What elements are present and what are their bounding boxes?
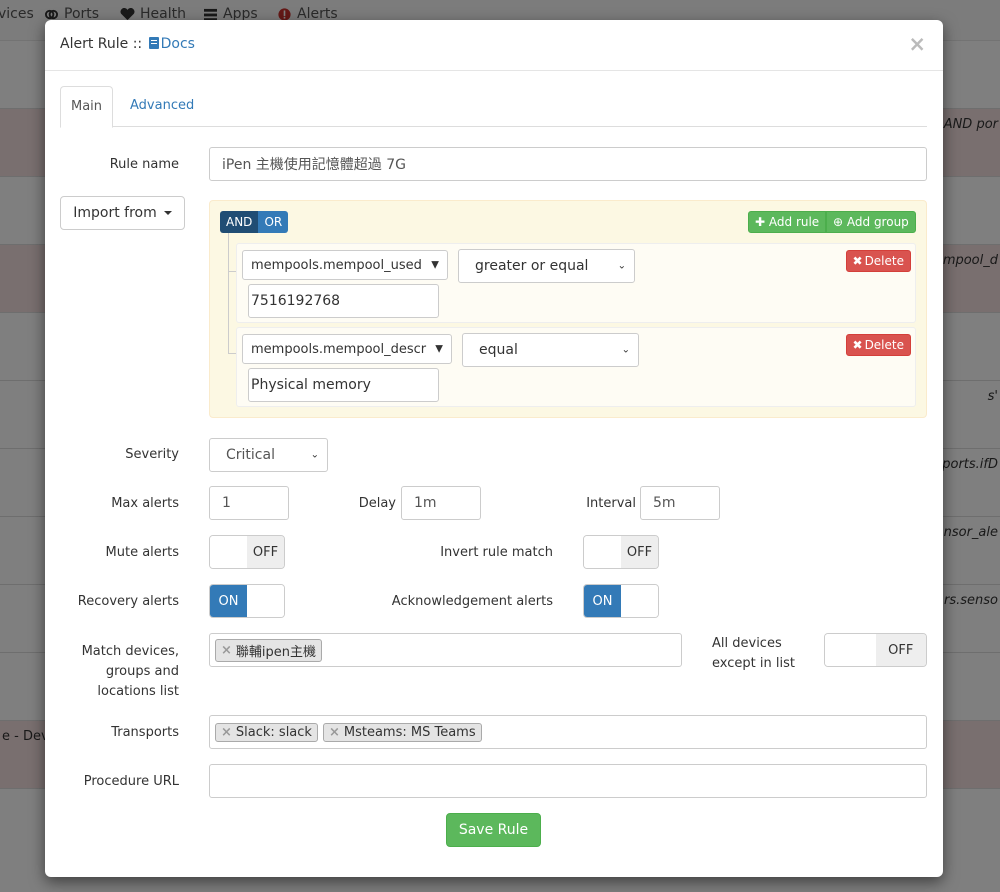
procedure-url-input[interactable]: [209, 764, 927, 798]
times-icon: ✖: [852, 338, 863, 352]
rule-name-input[interactable]: iPen 主機使用記憶體超過 7G: [209, 147, 927, 181]
remove-tag-icon[interactable]: ×: [221, 725, 232, 740]
rule-field-select[interactable]: mempools.mempool_used ▼: [242, 250, 448, 280]
mute-alerts-toggle[interactable]: OFF: [209, 535, 285, 569]
recovery-alerts-label: Recovery alerts: [77, 594, 179, 609]
and-or-toggle: AND OR: [220, 211, 289, 233]
transports-select[interactable]: × Slack: slack × Msteams: MS Teams: [209, 715, 927, 749]
severity-label: Severity: [125, 447, 179, 462]
plus-icon: ✚: [755, 215, 766, 229]
rule-field-select[interactable]: mempools.mempool_descr ▼: [242, 334, 452, 364]
delay-input[interactable]: 1m: [401, 486, 481, 520]
tree-connector: [228, 233, 229, 353]
all-devices-toggle[interactable]: OFF: [824, 633, 927, 667]
delete-rule-button[interactable]: ✖ Delete: [845, 334, 911, 356]
add-group-button[interactable]: ⊕ Add group: [826, 211, 916, 233]
query-builder: AND OR ✚ Add rule ⊕ Add group mempools.m…: [209, 200, 927, 418]
alert-rule-modal: Alert Rule :: Docs × Main Advanced Rule …: [45, 20, 943, 877]
rule-value-input[interactable]: 7516192768: [248, 284, 439, 318]
transport-tag: × Msteams: MS Teams: [322, 722, 482, 742]
device-tag: × 聯輔ipen主機: [215, 638, 323, 662]
invert-rule-toggle[interactable]: OFF: [583, 535, 659, 569]
recovery-alerts-toggle[interactable]: ON: [209, 584, 285, 618]
add-rule-button[interactable]: ✚ Add rule: [748, 211, 827, 233]
plus-circle-icon: ⊕: [833, 215, 844, 229]
all-devices-label: All devices except in list: [712, 636, 795, 671]
import-from-button[interactable]: Import from: [60, 196, 185, 230]
save-rule-button[interactable]: Save Rule: [446, 813, 541, 847]
remove-tag-icon[interactable]: ×: [329, 725, 340, 740]
docs-link[interactable]: Docs: [161, 36, 195, 52]
chevron-down-icon: ⌄: [617, 260, 626, 272]
max-alerts-input[interactable]: 1: [209, 486, 289, 520]
match-devices-label: Match devices, groups and locations list: [81, 644, 179, 699]
tab-advanced[interactable]: Advanced: [120, 86, 204, 127]
acknowledgement-alerts-label: Acknowledgement alerts: [391, 594, 553, 609]
acknowledgement-alerts-toggle[interactable]: ON: [583, 584, 659, 618]
rule-name-label: Rule name: [109, 157, 179, 172]
invert-rule-label: Invert rule match: [440, 545, 553, 560]
caret-down-icon: ▼: [431, 259, 439, 271]
interval-label: Interval: [586, 496, 636, 511]
rule-value-input[interactable]: Physical memory: [248, 368, 439, 402]
modal-header: Alert Rule :: Docs ×: [45, 20, 943, 71]
close-button[interactable]: ×: [908, 32, 926, 56]
tab-bar: Main Advanced: [60, 86, 927, 128]
procedure-url-label: Procedure URL: [83, 774, 179, 789]
caret-down-icon: [163, 211, 172, 215]
times-icon: ✖: [852, 254, 863, 268]
interval-input[interactable]: 5m: [640, 486, 720, 520]
delay-label: Delay: [358, 496, 396, 511]
remove-tag-icon[interactable]: ×: [221, 643, 232, 658]
and-button[interactable]: AND: [220, 211, 259, 233]
transport-tag: × Slack: slack: [215, 722, 318, 742]
chevron-down-icon: ⌄: [621, 344, 630, 356]
caret-down-icon: ▼: [435, 343, 443, 355]
chevron-down-icon: ⌄: [310, 449, 319, 461]
mute-alerts-label: Mute alerts: [105, 545, 179, 560]
severity-select[interactable]: Critical ⌄: [209, 438, 328, 472]
max-alerts-label: Max alerts: [111, 496, 179, 511]
match-devices-select[interactable]: × 聯輔ipen主機: [209, 633, 682, 667]
modal-title: Alert Rule :: Docs: [60, 36, 195, 52]
rule-operator-select[interactable]: greater or equal ⌄: [458, 249, 635, 283]
rule-operator-select[interactable]: equal ⌄: [462, 333, 639, 367]
book-icon: [148, 37, 159, 49]
rule-row: mempools.mempool_descr ▼ equal ⌄ ✖ Delete P…: [236, 327, 916, 407]
or-button[interactable]: OR: [258, 211, 289, 233]
transports-label: Transports: [111, 725, 179, 740]
tab-main[interactable]: Main: [60, 86, 114, 128]
rule-row: mempools.mempool_used ▼ greater or equal ⌄…: [236, 243, 916, 323]
delete-rule-button[interactable]: ✖ Delete: [845, 250, 911, 272]
